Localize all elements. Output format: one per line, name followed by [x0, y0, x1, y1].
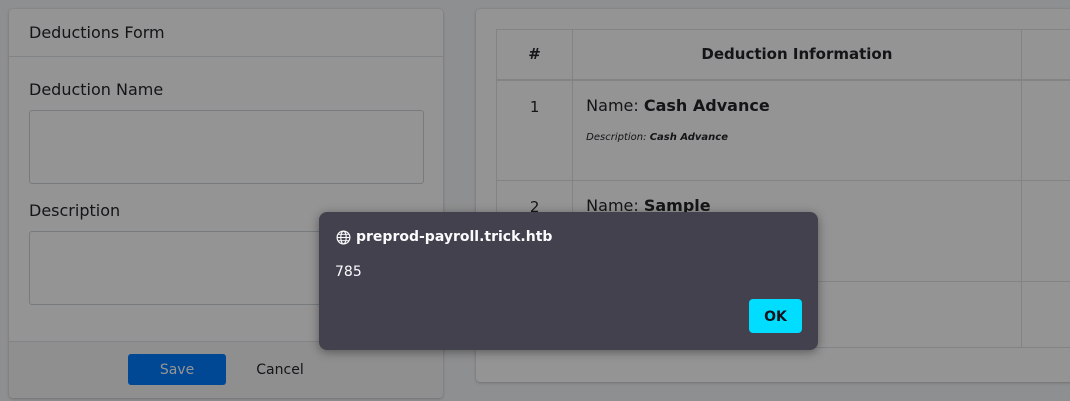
alert-origin-text: preprod-payroll.trick.htb — [356, 229, 553, 245]
ok-button[interactable]: OK — [749, 299, 802, 333]
alert-dialog: preprod-payroll.trick.htb 785 OK — [319, 212, 818, 350]
alert-message: 785 — [335, 264, 362, 280]
globe-icon — [336, 230, 351, 245]
alert-origin: preprod-payroll.trick.htb — [336, 228, 552, 246]
